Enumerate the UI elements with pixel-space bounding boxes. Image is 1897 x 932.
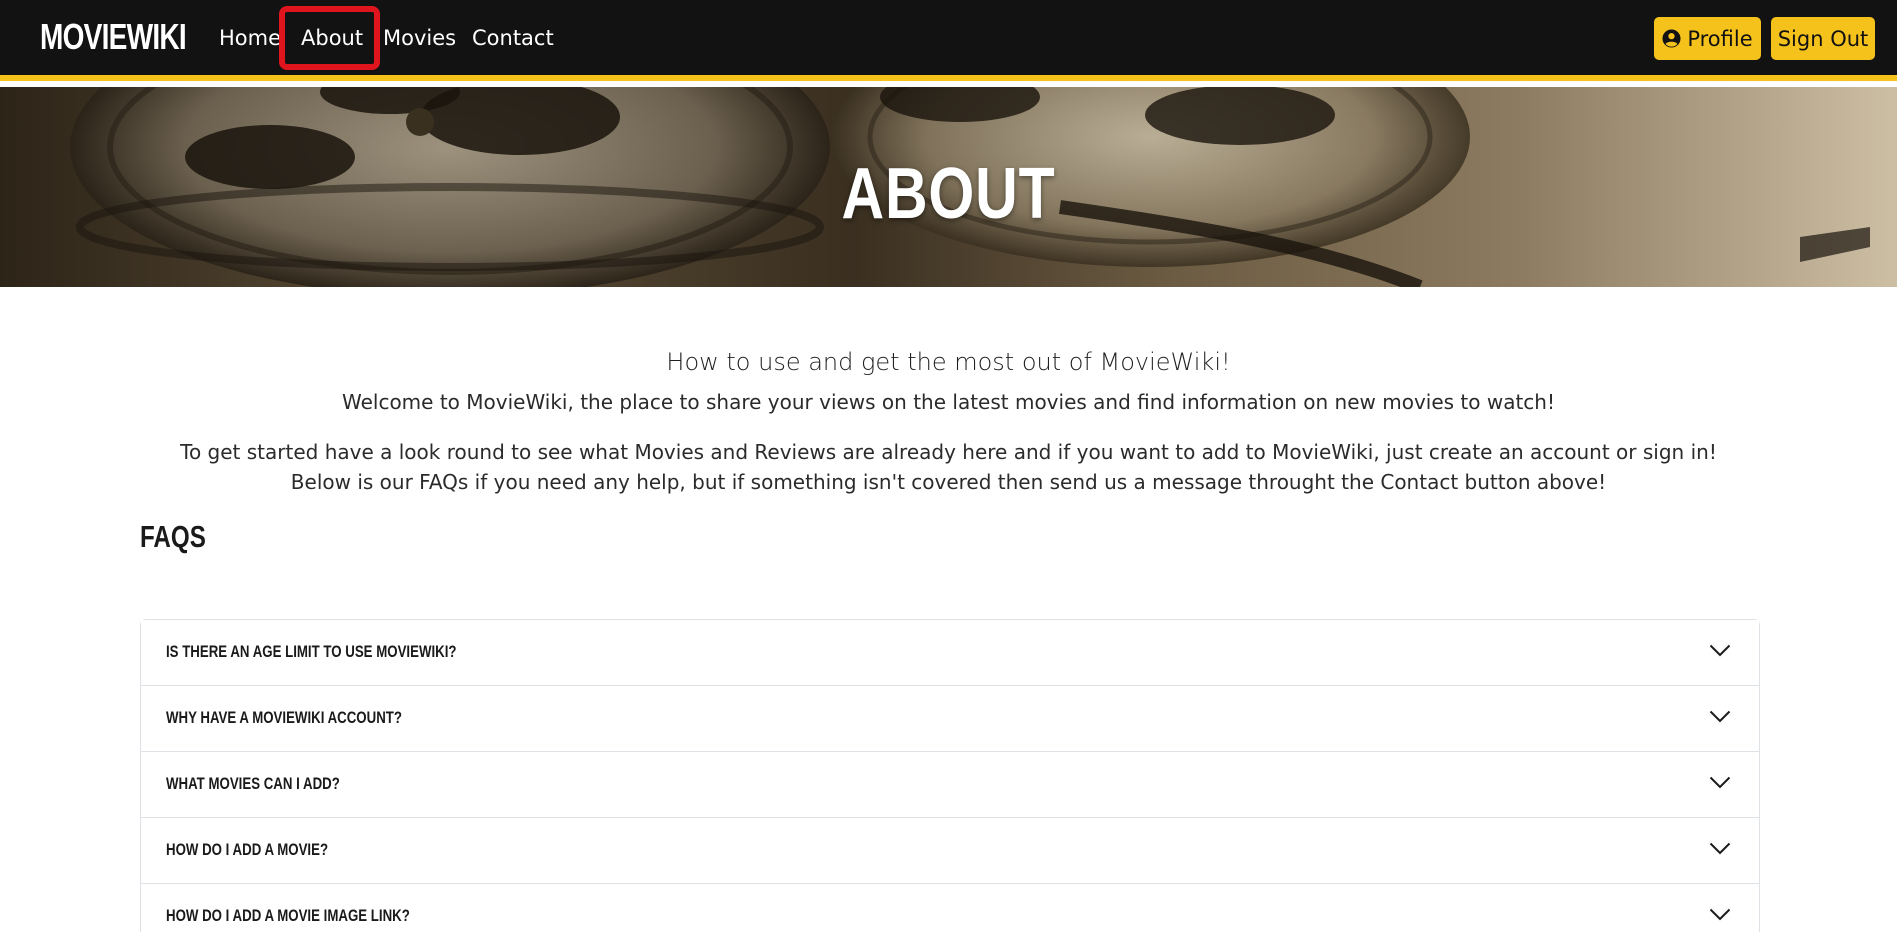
faq-question: How do I add a movie? xyxy=(166,840,329,859)
about-highlight-box xyxy=(279,6,380,70)
chevron-down-icon xyxy=(1709,776,1731,789)
nav-link-movies[interactable]: Movies xyxy=(383,26,456,50)
faq-question: Is there an age limit to use MovieWiki? xyxy=(166,642,457,661)
brand-logo[interactable]: MOVIEWIKI xyxy=(40,16,187,58)
navbar: MOVIEWIKI Home About Movies Contact Prof… xyxy=(0,0,1897,81)
chevron-down-icon xyxy=(1709,710,1731,723)
faq-item[interactable]: Why have a MovieWiki account? xyxy=(141,686,1759,752)
faq-question: Why have a MovieWiki account? xyxy=(166,708,402,727)
faqs-title: FAQS xyxy=(140,519,206,554)
faq-item[interactable]: How do I add a movie? xyxy=(141,818,1759,884)
hero-banner: ABOUT xyxy=(0,87,1897,287)
faq-item[interactable]: How do I add a movie image link? xyxy=(141,884,1759,932)
profile-button[interactable]: Profile xyxy=(1654,17,1761,60)
intro-getting-started-text: To get started have a look round to see … xyxy=(180,440,1717,464)
chevron-down-icon xyxy=(1709,908,1731,921)
chevron-down-icon xyxy=(1709,842,1731,855)
faq-question: What movies can I add? xyxy=(166,774,340,793)
sign-out-button[interactable]: Sign Out xyxy=(1771,17,1875,60)
nav-link-home[interactable]: Home xyxy=(219,26,281,50)
user-circle-icon xyxy=(1662,29,1681,48)
intro-welcome-text: Welcome to MovieWiki, the place to share… xyxy=(341,390,1555,414)
intro-heading: How to use and get the most out of Movie… xyxy=(666,348,1231,376)
faq-accordion: Is there an age limit to use MovieWiki? … xyxy=(140,619,1760,932)
faq-item[interactable]: What movies can I add? xyxy=(141,752,1759,818)
chevron-down-icon xyxy=(1709,644,1731,657)
faq-question: How do I add a movie image link? xyxy=(166,906,410,925)
nav-link-contact[interactable]: Contact xyxy=(472,26,554,50)
faq-item[interactable]: Is there an age limit to use MovieWiki? xyxy=(141,620,1759,686)
hero-title: ABOUT xyxy=(841,154,1056,234)
intro-faq-hint-text: Below is our FAQs if you need any help, … xyxy=(290,470,1607,494)
profile-button-label: Profile xyxy=(1687,26,1753,51)
